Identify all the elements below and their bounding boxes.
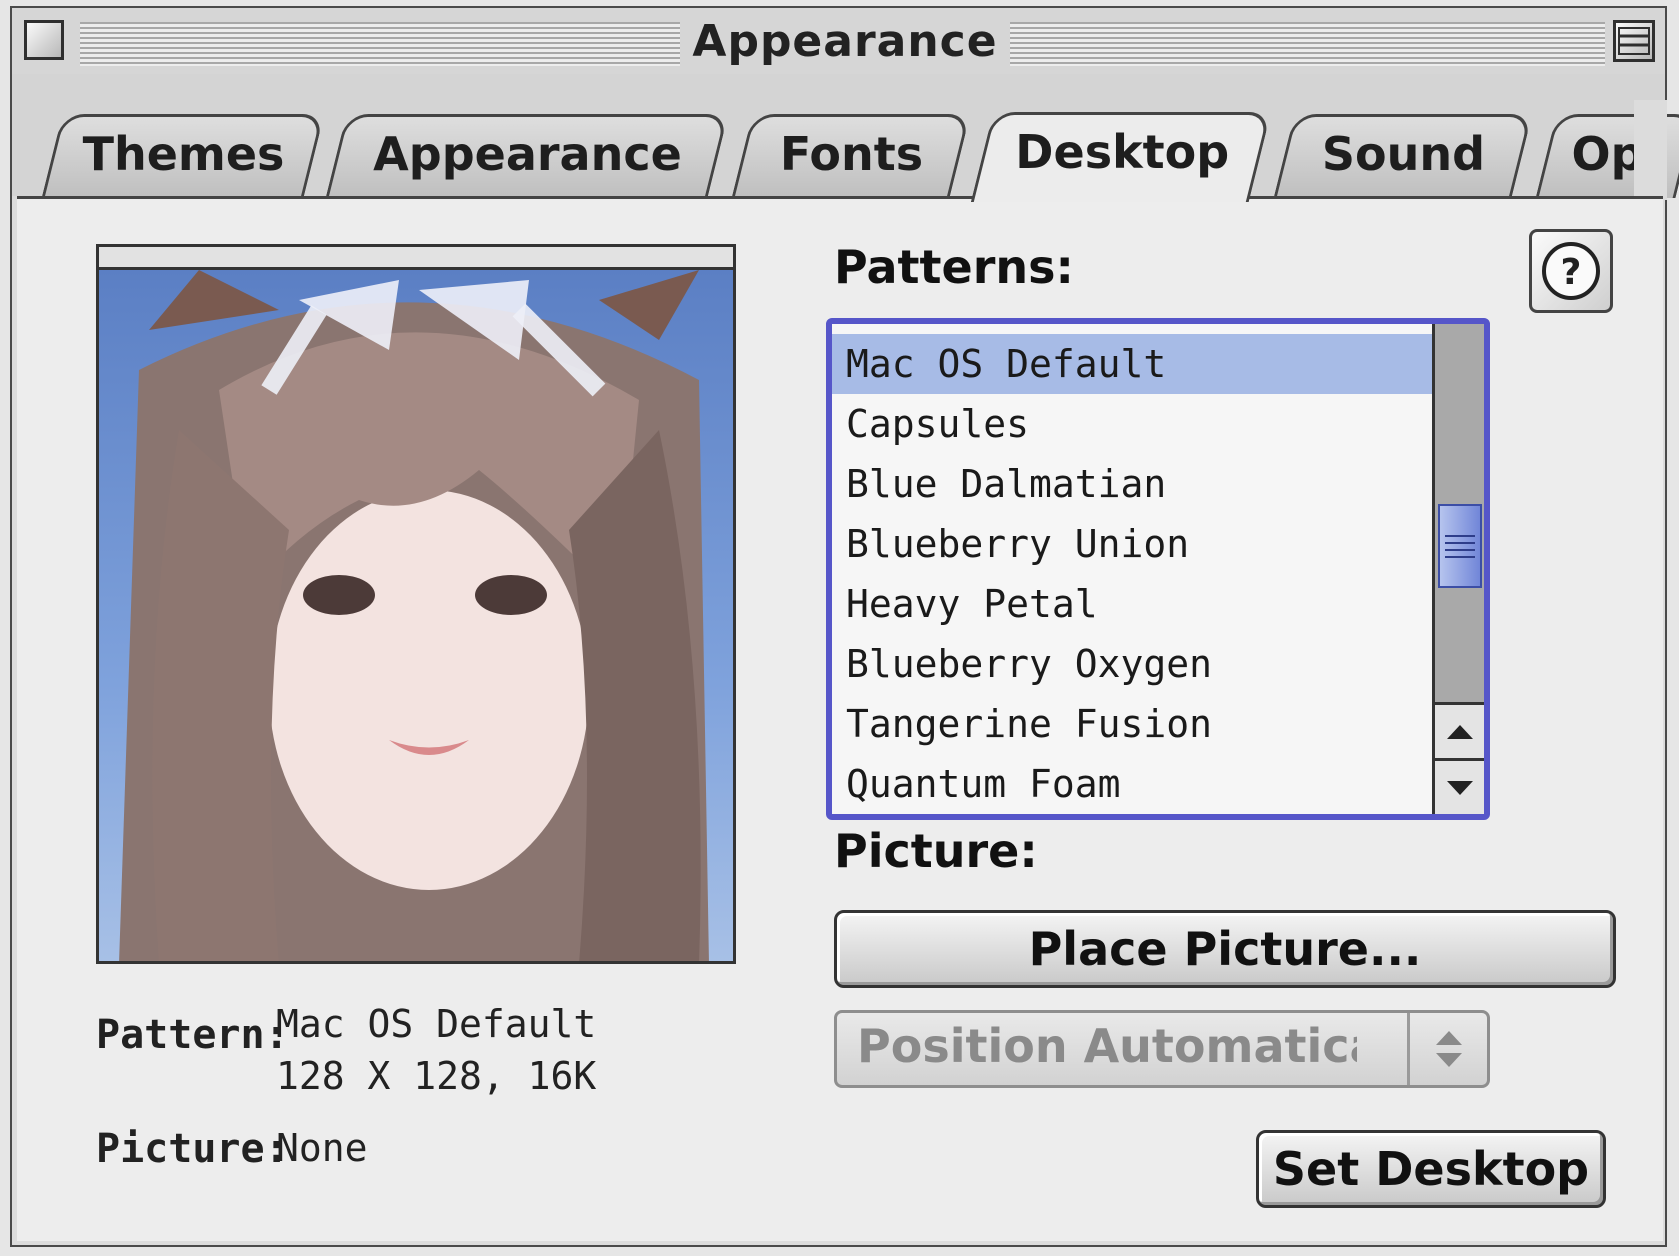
help-button[interactable]: ? [1529,229,1613,313]
preview-menubar [99,247,733,270]
pattern-item-blueberry-union[interactable]: Blueberry Union [832,514,1432,574]
tab-label: Desktop [1015,125,1230,179]
tab-sound[interactable]: Sound [1273,114,1533,198]
tab-fonts[interactable]: Fonts [731,114,971,198]
pattern-item-mac-os-default[interactable]: Mac OS Default [832,334,1432,394]
question-mark-icon: ? [1542,242,1600,300]
place-picture-button[interactable]: Place Picture... [834,910,1616,988]
popup-updown-arrow-icon [1407,1013,1487,1085]
desktop-preview [96,244,736,964]
patterns-label: Patterns: [834,240,1074,294]
scroll-up-arrow-icon[interactable] [1435,702,1484,758]
collapse-box-icon[interactable] [1613,20,1655,62]
pattern-item-quantum-foam[interactable]: Quantum Foam [832,754,1432,814]
pattern-info-name: Mac OS Default [276,1002,597,1046]
patterns-list[interactable]: Mac OS Default Capsules Blue Dalmatian B… [832,324,1432,814]
scroll-down-arrow-icon[interactable] [1435,758,1484,814]
picture-label: Picture: [834,824,1038,878]
title-stripes-left [80,22,680,66]
position-popup-label: Position Automatically [857,1019,1357,1073]
pattern-item-blue-dalmatian[interactable]: Blue Dalmatian [832,454,1432,514]
scroll-thumb[interactable] [1438,504,1482,588]
picture-info-label: Picture: [96,1126,289,1172]
tab-label: Appearance [373,127,682,181]
pattern-item-blueberry-oxygen[interactable]: Blueberry Oxygen [832,634,1432,694]
tab-themes[interactable]: Themes [41,114,325,198]
svg-text:?: ? [1561,252,1582,293]
patterns-scrollbar[interactable] [1432,324,1484,814]
tab-appearance[interactable]: Appearance [325,114,729,198]
tab-desktop[interactable]: Desktop [970,112,1272,202]
desktop-preview-image [99,270,733,961]
tab-overflow-mask [1634,100,1667,200]
tab-label: Sound [1321,127,1486,181]
title-bar[interactable]: Appearance [12,8,1665,78]
patterns-list-focus-ring: Mac OS Default Capsules Blue Dalmatian B… [826,318,1490,820]
pattern-item-tangerine-fusion[interactable]: Tangerine Fusion [832,694,1432,754]
pattern-info-label: Pattern: [96,1012,289,1058]
pattern-info-size: 128 X 128, 16K [276,1054,597,1098]
title-stripes-right [1010,22,1605,66]
position-popup[interactable]: Position Automatically [834,1010,1490,1088]
picture-info-value: None [276,1126,368,1170]
close-box-icon[interactable] [24,20,64,60]
window-title: Appearance [692,16,998,67]
tab-label: Fonts [779,127,924,181]
tab-label: Themes [82,127,285,181]
set-desktop-button[interactable]: Set Desktop [1256,1130,1606,1208]
pattern-item-heavy-petal[interactable]: Heavy Petal [832,574,1432,634]
pattern-item-capsules[interactable]: Capsules [832,394,1432,454]
